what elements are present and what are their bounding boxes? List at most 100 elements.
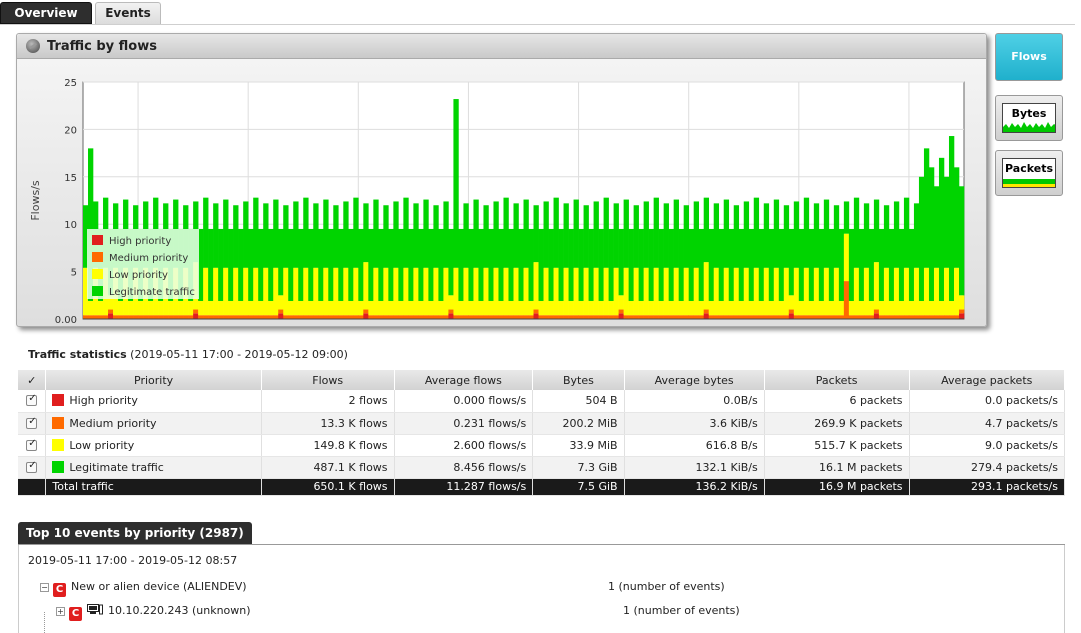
bar-segment [758,315,765,319]
bar-segment [693,267,699,316]
bar-segment [818,315,825,319]
row-checkbox[interactable] [26,416,38,429]
row-checkbox[interactable] [26,393,38,407]
bar-segment [868,228,875,301]
avg-bytes-cell: 616.8 B/s [624,434,765,457]
bar-segment [213,203,219,268]
bar-segment [648,228,654,301]
bar-segment [368,228,374,301]
bar-segment [648,300,654,316]
bar-segment [418,300,424,316]
traffic-stats-table: ✓ Priority Flows Average flows Bytes Ave… [18,370,1066,496]
total-label: Total traffic [45,478,262,496]
bar-segment [603,315,609,319]
bar-segment [868,300,875,316]
bar-segment [208,315,214,319]
event-count: 1 (number of events) [608,580,725,593]
bar-segment [298,300,304,316]
bar-segment [448,295,454,310]
bar-segment [328,300,334,316]
bar-segment [818,228,825,301]
event-label[interactable]: New or alien device (ALIENDEV) [71,580,247,593]
bar-segment [658,315,664,319]
bar-segment [638,300,644,316]
bar-segment [278,313,284,319]
bar-segment [393,315,399,319]
bar-segment [673,199,679,268]
bar-segment [238,300,244,316]
bar-segment [728,228,735,301]
bar-segment [328,228,334,301]
bar-segment [898,300,905,316]
bar-segment [338,300,344,316]
bar-segment [563,203,569,268]
bar-segment [123,315,129,319]
packets-button[interactable]: Packets [995,150,1063,196]
bar-segment [523,199,529,268]
bar-segment [843,281,850,319]
col-average-bytes[interactable]: Average bytes [624,370,765,390]
legend-swatch [92,235,103,245]
collapse-toggle[interactable]: − [40,583,49,592]
traffic-chart-panel: Traffic by flows 0.0051015202518:0020:00… [16,33,987,327]
bar-segment [768,228,775,301]
expand-toggle[interactable]: + [56,607,65,616]
bar-segment [878,228,885,301]
bar-segment [363,203,369,263]
bar-segment [128,300,134,316]
bar-segment [698,300,705,316]
col-priority[interactable]: Priority [45,370,262,390]
top-events-tab[interactable]: Top 10 events by priority (2987) [18,522,252,544]
bar-segment [873,309,880,314]
col-flows[interactable]: Flows [261,370,395,390]
tab-overview[interactable]: Overview [0,2,92,24]
event-label[interactable]: 10.10.220.243 (unknown) [108,604,251,617]
legend-label: Legitimate traffic [109,287,195,298]
bar-segment [643,267,649,316]
col-check[interactable]: ✓ [18,370,47,390]
bar-segment [898,315,905,319]
bar-segment [818,300,825,316]
bar-segment [498,300,504,316]
event-tree-row: + C 10.10.220.243 (unknown) [56,603,251,621]
bar-segment [573,199,579,268]
bar-segment [773,267,780,316]
bytes-button[interactable]: Bytes [995,95,1063,141]
bar-segment [228,300,234,316]
bar-segment [268,300,274,316]
bar-segment [758,228,765,301]
bar-segment [228,315,234,319]
bar-segment [258,315,264,319]
bar-segment [958,313,965,319]
table-row: Low priority 149.8 K flows 2.600 flows/s… [18,434,1066,457]
bar-segment [358,228,364,301]
col-average-flows[interactable]: Average flows [394,370,534,390]
bar-segment [278,228,284,296]
bar-segment [913,315,920,319]
flows-button[interactable]: Flows [995,33,1063,81]
col-bytes[interactable]: Bytes [532,370,625,390]
bar-segment [783,205,790,268]
critical-badge: C [69,607,82,621]
bar-segment [403,315,409,319]
bar-segment [363,313,369,319]
bar-segment [193,309,199,314]
col-average-packets[interactable]: Average packets [909,370,1066,390]
row-checkbox[interactable] [26,438,38,451]
row-checkbox[interactable] [26,460,38,473]
bar-segment [528,315,534,319]
bar-segment [293,201,299,268]
bar-segment [508,300,514,316]
bar-segment [713,315,720,319]
stats-heading: Traffic statistics (2019-05-11 17:00 - 2… [28,348,348,361]
bar-segment [303,267,309,316]
bar-segment [923,267,930,316]
col-packets[interactable]: Packets [764,370,910,390]
tab-events[interactable]: Events [95,2,161,24]
bar-segment [813,315,820,319]
bar-segment [593,267,599,316]
bar-segment [793,267,800,316]
bar-segment [808,315,815,319]
traffic-chart: 0.0051015202518:0020:0022:000:002:004:00… [29,78,965,326]
bar-segment [703,313,710,319]
